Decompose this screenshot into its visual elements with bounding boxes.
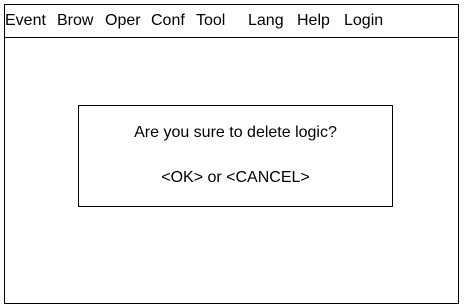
menu-item-conf[interactable]: Conf	[151, 11, 185, 31]
confirm-delete-dialog: Are you sure to delete logic? <OK> or <C…	[78, 105, 393, 207]
terminal-window: Event Brow Oper Conf Tool Lang Help Logi…	[4, 4, 459, 304]
dialog-actions-prompt[interactable]: <OK> or <CANCEL>	[79, 168, 392, 188]
menu-item-brow[interactable]: Brow	[57, 11, 93, 31]
menu-item-oper[interactable]: Oper	[105, 11, 141, 31]
dialog-message: Are you sure to delete logic?	[134, 124, 337, 141]
menu-item-tool[interactable]: Tool	[196, 11, 225, 31]
menu-item-event[interactable]: Event	[5, 11, 46, 31]
menu-item-help[interactable]: Help	[297, 11, 330, 31]
menu-bar: Event Brow Oper Conf Tool Lang Help Logi…	[5, 5, 458, 38]
menu-item-lang[interactable]: Lang	[248, 11, 284, 31]
menu-item-login[interactable]: Login	[344, 11, 383, 31]
